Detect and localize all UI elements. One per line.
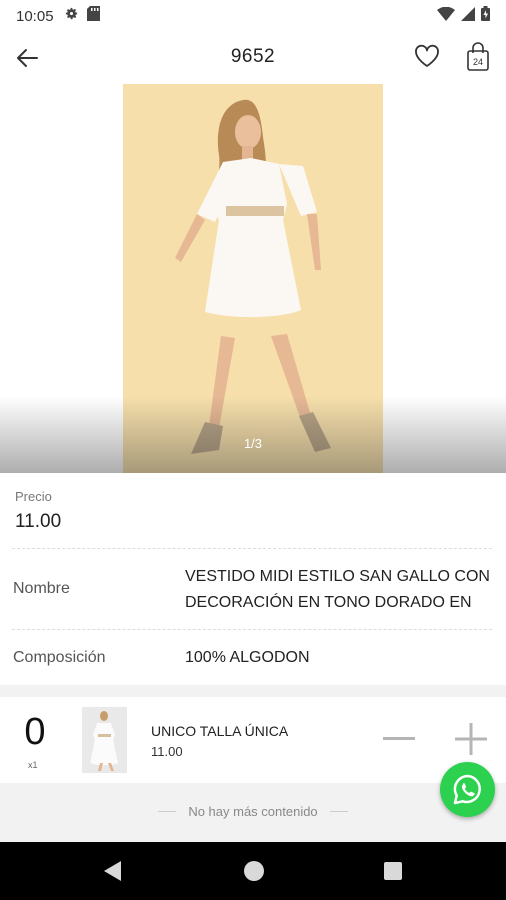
name-label: Nombre <box>13 580 70 597</box>
price-value: 11.00 <box>15 511 62 532</box>
product-name: VESTIDO MIDI ESTILO SAN GALLO CON DECORA… <box>185 564 500 616</box>
quantity-value: 0 <box>24 711 46 753</box>
sd-card-icon <box>86 6 100 26</box>
system-nav-bar <box>0 842 506 900</box>
increase-quantity-button[interactable] <box>453 721 489 757</box>
divider <box>12 548 492 549</box>
status-bar: 10:05 <box>0 0 506 32</box>
divider <box>329 811 348 812</box>
nav-recents-button[interactable] <box>384 862 402 880</box>
nav-home-button[interactable] <box>244 861 264 881</box>
quantity-unit: x1 <box>28 760 38 770</box>
price-label: Precio <box>15 489 52 504</box>
wifi-icon <box>437 6 455 26</box>
whatsapp-button[interactable] <box>440 762 495 817</box>
status-time: 10:05 <box>16 7 54 25</box>
favorite-button[interactable] <box>414 44 442 72</box>
product-name-line: VESTIDO MIDI ESTILO SAN GALLO CON <box>185 568 490 585</box>
variant-row: 0 x1 UNICO TALLA ÚNICA 11.00 <box>0 697 506 783</box>
product-gallery[interactable]: 1/3 <box>0 84 506 473</box>
signal-icon <box>461 6 475 26</box>
end-of-content: No hay más contenido <box>0 804 506 819</box>
minus-icon <box>383 737 415 740</box>
variant-thumbnail[interactable] <box>82 707 127 773</box>
triangle-back-icon <box>104 861 121 881</box>
gallery-overlay <box>0 396 506 473</box>
product-info: Precio 11.00 Nombre VESTIDO MIDI ESTILO … <box>0 473 506 685</box>
gallery-counter: 1/3 <box>243 436 263 451</box>
variant-name: UNICO TALLA ÚNICA <box>151 723 289 739</box>
composition-label: Composición <box>13 649 106 666</box>
cart-count-badge: 24 <box>472 57 483 67</box>
composition-value: 100% ALGODON <box>185 649 310 666</box>
nav-back-button[interactable] <box>102 860 122 887</box>
decrease-quantity-button[interactable] <box>381 723 417 753</box>
cart-button[interactable]: 24 <box>464 42 492 72</box>
battery-icon <box>481 6 490 26</box>
settings-icon <box>64 6 79 26</box>
plus-icon <box>455 723 487 755</box>
product-name-line: DECORACIÓN EN TONO DORADO EN <box>185 594 472 611</box>
app-bar: 9652 24 <box>0 32 506 84</box>
heart-icon <box>415 44 439 67</box>
divider <box>12 629 492 630</box>
variant-price: 11.00 <box>151 744 183 759</box>
end-of-content-text: No hay más contenido <box>188 804 318 819</box>
whatsapp-icon <box>453 774 481 804</box>
divider <box>158 811 177 812</box>
